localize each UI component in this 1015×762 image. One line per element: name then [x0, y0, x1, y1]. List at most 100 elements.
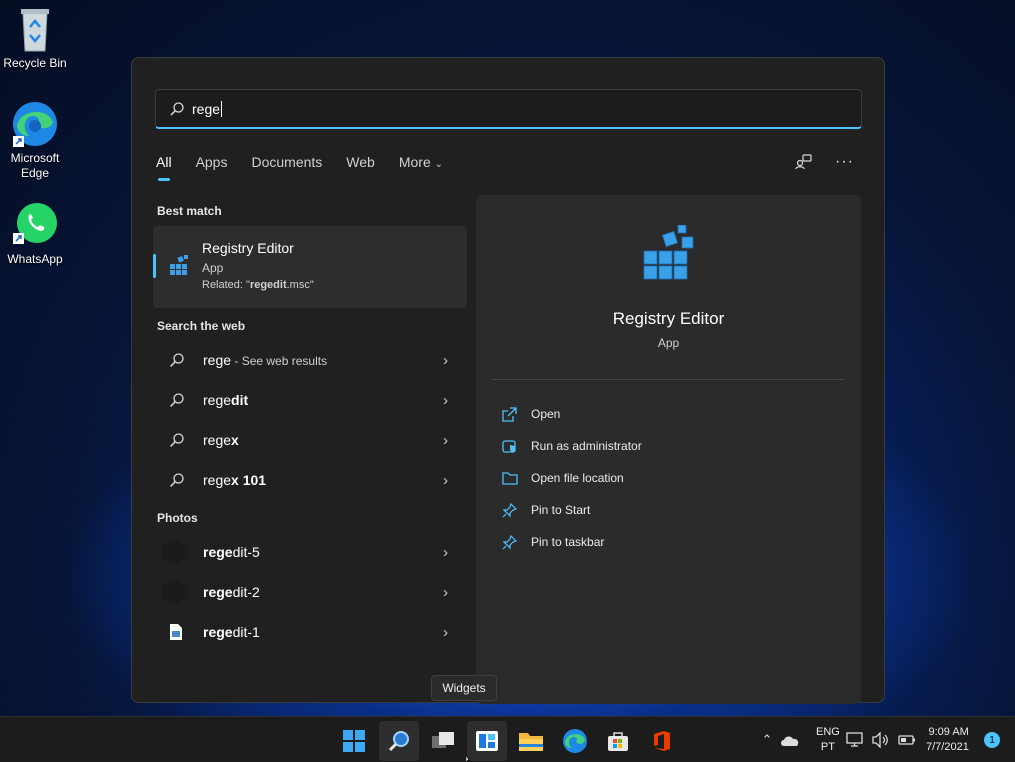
chevron-right-icon: ›: [443, 431, 448, 449]
action-open-file-location[interactable]: Open file location: [502, 468, 624, 488]
web-result-text: rege: [203, 392, 232, 408]
related-prefix: Related: ": [202, 279, 250, 291]
photo-result-rest: dit-1: [232, 624, 260, 640]
chevron-right-icon: ›: [443, 623, 448, 641]
web-heading: Search the web: [157, 319, 246, 333]
folder-icon: [502, 472, 518, 485]
clock[interactable]: 9:09 AM 7/7/2021: [926, 717, 969, 762]
best-match-item[interactable]: Registry Editor App Related: "regedit.ms…: [153, 226, 467, 308]
battery-icon: [898, 735, 915, 745]
photo-result-item[interactable]: regedit-1 ›: [153, 612, 467, 652]
web-result-rest: dit: [231, 392, 249, 408]
onedrive-icon[interactable]: [780, 733, 800, 747]
web-result-rest: x: [231, 432, 239, 448]
chevron-up-icon[interactable]: ⌃: [756, 732, 778, 748]
desktop-icon-edge[interactable]: Microsoft Edge: [0, 100, 71, 181]
tab-all[interactable]: All: [156, 154, 172, 181]
web-result-text: rege: [203, 432, 232, 448]
photo-result-rest: dit-5: [232, 544, 260, 560]
search-panel: rege All Apps Documents Web More ⌄ ··· B…: [131, 57, 885, 704]
tab-apps[interactable]: Apps: [196, 154, 228, 178]
language-indicator[interactable]: ENG PT: [816, 725, 840, 755]
chevron-right-icon: ›: [443, 583, 448, 601]
more-options-icon[interactable]: ···: [835, 153, 854, 171]
action-label: Run as administrator: [531, 439, 642, 453]
web-result-item[interactable]: regex ›: [153, 420, 467, 460]
quick-settings[interactable]: [846, 717, 916, 762]
notification-badge: 1: [984, 732, 1000, 748]
office-icon: [654, 731, 670, 751]
desktop-icon-recycle-bin[interactable]: Recycle Bin: [0, 5, 71, 71]
detail-app-kind: App: [657, 336, 680, 350]
store-icon: [608, 732, 628, 751]
image-file-icon: [170, 624, 182, 640]
edge-taskbar-button[interactable]: [555, 721, 595, 761]
task-view-button[interactable]: [423, 721, 463, 761]
taskbar: ⌃ ENG PT 9:09 AM 7/7/2021 1: [0, 716, 1015, 762]
search-query: rege: [192, 100, 221, 117]
account-switch-icon[interactable]: [795, 154, 813, 170]
detail-app-name: Registry Editor: [612, 309, 725, 328]
web-result-item[interactable]: regedit ›: [153, 380, 467, 420]
keyboard-layout: PT: [820, 741, 835, 753]
action-label: Open: [531, 407, 561, 421]
open-external-icon: [502, 406, 517, 422]
action-run-as-admin[interactable]: Run as administrator: [502, 436, 642, 456]
web-result-rest: x 101: [231, 472, 267, 488]
chevron-right-icon: ›: [443, 391, 448, 409]
whatsapp-icon: [13, 203, 57, 244]
tab-documents[interactable]: Documents: [251, 154, 322, 178]
chevron-right-icon: ›: [443, 543, 448, 561]
tab-more-label: More: [398, 154, 431, 170]
web-result-text: rege: [203, 352, 232, 368]
action-pin-to-start[interactable]: Pin to Start: [502, 500, 590, 520]
action-pin-to-taskbar[interactable]: Pin to taskbar: [502, 532, 604, 552]
web-result-item[interactable]: regex 101 ›: [153, 460, 467, 500]
search-taskbar-button[interactable]: [379, 721, 419, 761]
desktop-icon-whatsapp[interactable]: WhatsApp: [0, 201, 71, 267]
chevron-right-icon: ›: [443, 471, 448, 489]
recycle-bin-icon: [21, 9, 49, 52]
search-icon: [170, 101, 184, 116]
best-match-subtitle: App: [202, 261, 224, 275]
file-explorer-button[interactable]: [511, 721, 551, 761]
related-bold: regedit: [249, 279, 287, 291]
web-result-item[interactable]: rege - See web results ›: [153, 340, 467, 380]
photo-result-item[interactable]: regedit-5 ›: [153, 532, 467, 572]
search-input[interactable]: rege: [155, 89, 862, 129]
windows-logo-icon: [343, 730, 365, 752]
photo-result-item[interactable]: regedit-2 ›: [153, 572, 467, 612]
action-label: Open file location: [531, 471, 624, 485]
selection-accent: [153, 254, 156, 278]
mouse-cursor-icon: [466, 755, 471, 762]
photo-thumbnail: [162, 580, 186, 604]
tab-web[interactable]: Web: [346, 154, 375, 178]
action-open[interactable]: Open: [502, 404, 560, 424]
notification-center[interactable]: 1: [984, 717, 1000, 762]
pin-icon: [502, 534, 517, 549]
volume-icon: [872, 732, 888, 748]
desktop-icon-label: Microsoft Edge: [10, 151, 60, 180]
action-label: Pin to taskbar: [531, 535, 605, 549]
clock-date: 7/7/2021: [926, 741, 969, 753]
folder-icon: [519, 733, 543, 751]
edge-icon: [563, 729, 587, 753]
action-label: Pin to Start: [531, 503, 591, 517]
tab-more[interactable]: More ⌄: [399, 154, 443, 178]
photo-result-bold: rege: [203, 624, 233, 640]
widgets-icon: [476, 731, 498, 751]
edge-icon: [13, 102, 57, 147]
store-button[interactable]: [598, 721, 638, 761]
photo-result-bold: rege: [203, 584, 233, 600]
desktop-icon-label: Recycle Bin: [3, 56, 67, 70]
office-button[interactable]: [642, 721, 682, 761]
desktop-icon-label: WhatsApp: [7, 252, 63, 266]
divider: [492, 379, 845, 380]
registry-editor-large-icon: [643, 225, 694, 280]
start-button[interactable]: [334, 721, 374, 761]
chevron-down-icon: ⌄: [434, 159, 444, 170]
search-icon: [388, 731, 409, 752]
detail-pane: Registry Editor App Open Run as administ…: [476, 195, 861, 704]
best-match-related: Related: "regedit.msc": [202, 279, 314, 291]
photo-result-bold: rege: [203, 544, 233, 560]
